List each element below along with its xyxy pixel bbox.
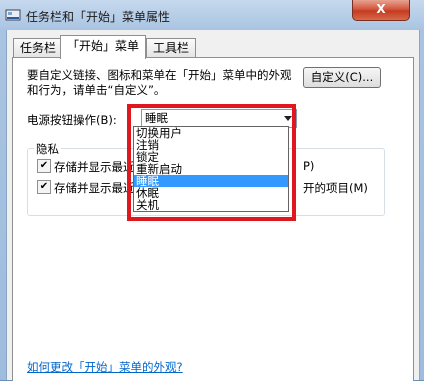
option-sleep[interactable]: 睡眠: [134, 175, 288, 187]
customize-description: 要自定义链接、图标和菜单在「开始」菜单中的外观和行为，请单击“自定义”。: [27, 68, 292, 97]
power-action-dropdown-list[interactable]: 切换用户 注销 锁定 重新启动 睡眠 休眠 关机: [133, 126, 289, 212]
taskbar-app-icon: [5, 9, 21, 21]
tab-start-menu[interactable]: 「开始」菜单: [60, 35, 147, 59]
option-lock[interactable]: 锁定: [134, 151, 288, 163]
recent-items-label: 存储并显示最近: [54, 181, 135, 195]
recent-programs-label: 存储并显示最近: [54, 160, 135, 174]
option-switch-user[interactable]: 切换用户: [134, 127, 288, 139]
title-bar[interactable]: 任务栏和「开始」菜单属性 X: [0, 0, 424, 30]
recent-programs-checkbox[interactable]: ✔: [37, 159, 51, 173]
help-link[interactable]: 如何更改「开始」菜单的外观?: [27, 359, 183, 375]
option-shut-down[interactable]: 关机: [134, 199, 288, 211]
window-title: 任务栏和「开始」菜单属性: [26, 10, 171, 24]
tab-toolbars[interactable]: 工具栏: [146, 38, 197, 58]
option-hibernate[interactable]: 休眠: [134, 187, 288, 199]
privacy-group-title: 隐私: [34, 141, 61, 157]
start-menu-panel: 要自定义链接、图标和菜单在「开始」菜单中的外观和行为，请单击“自定义”。 自定义…: [12, 57, 414, 381]
chevron-down-icon: [284, 116, 292, 121]
power-action-value: 睡眠: [145, 111, 168, 125]
close-button[interactable]: X: [352, 0, 410, 21]
recent-programs-label-tail: P): [303, 159, 315, 173]
recent-items-label-tail: 开的项目(M): [303, 181, 368, 195]
option-log-off[interactable]: 注销: [134, 139, 288, 151]
properties-window: 任务栏和「开始」菜单属性 X 任务栏 「开始」菜单 工具栏 要自定义链接、图标和…: [0, 0, 424, 381]
option-restart[interactable]: 重新启动: [134, 163, 288, 175]
power-button-label: 电源按钮操作(B):: [27, 113, 117, 127]
tab-taskbar[interactable]: 任务栏: [13, 38, 64, 58]
recent-items-checkbox[interactable]: ✔: [37, 180, 51, 194]
customize-button[interactable]: 自定义(C)...: [303, 67, 381, 88]
